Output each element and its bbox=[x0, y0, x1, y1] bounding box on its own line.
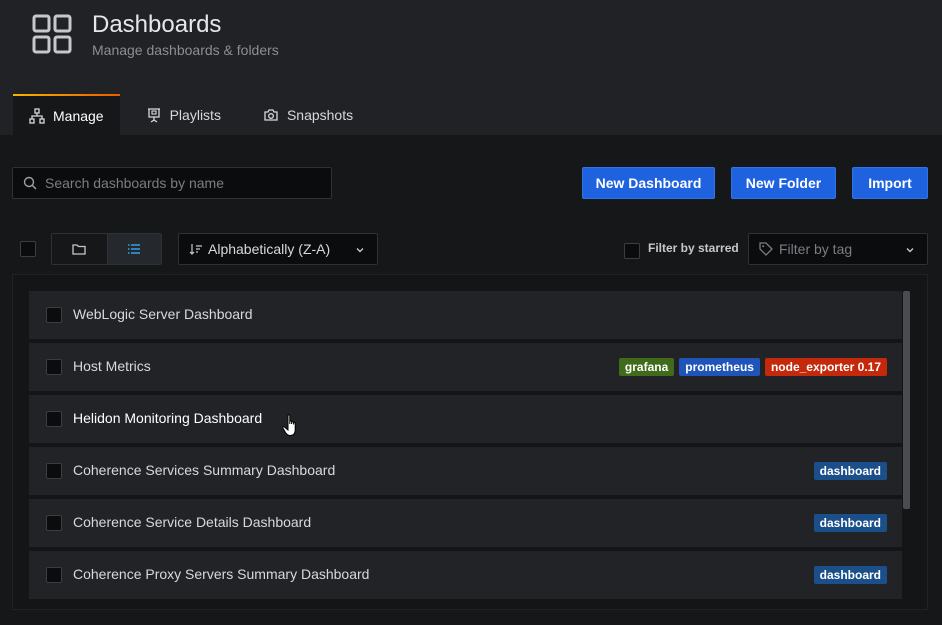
tag-badge[interactable]: dashboard bbox=[813, 514, 887, 532]
tag-badge[interactable]: grafana bbox=[618, 358, 675, 376]
dashboard-title[interactable]: Coherence Proxy Servers Summary Dashboar… bbox=[73, 566, 369, 582]
row-checkbox[interactable] bbox=[46, 411, 62, 427]
tab-playlists[interactable]: Playlists bbox=[130, 94, 237, 135]
filter-starred-checkbox[interactable] bbox=[624, 243, 640, 259]
row-checkbox[interactable] bbox=[46, 515, 62, 531]
dashboard-title[interactable]: Host Metrics bbox=[73, 358, 151, 374]
dashboard-title[interactable]: Coherence Services Summary Dashboard bbox=[73, 462, 335, 478]
sort-select[interactable]: Alphabetically (Z-A) bbox=[178, 233, 378, 265]
filter-starred-label: Filter by starred bbox=[648, 241, 739, 255]
tag-badge[interactable]: dashboard bbox=[813, 566, 887, 584]
dashboard-title[interactable]: Coherence Service Details Dashboard bbox=[73, 514, 311, 530]
tab-manage[interactable]: Manage bbox=[13, 94, 120, 135]
tag-list: dashboard bbox=[813, 462, 887, 480]
tag-badge[interactable]: prometheus bbox=[679, 358, 760, 376]
new-dashboard-button[interactable]: New Dashboard bbox=[582, 167, 715, 199]
hand-cursor-icon bbox=[282, 414, 296, 437]
dashboard-row[interactable]: Coherence Proxy Servers Summary Dashboar… bbox=[29, 551, 902, 599]
search-icon bbox=[23, 176, 37, 190]
camera-icon bbox=[264, 108, 278, 121]
tab-playlists-label: Playlists bbox=[169, 106, 221, 123]
dashboard-row[interactable]: Coherence Service Details Dashboard dash… bbox=[29, 499, 902, 547]
page-title: Dashboards bbox=[92, 11, 222, 38]
row-checkbox[interactable] bbox=[46, 307, 62, 323]
tab-bar: Manage Playlists Snapshots bbox=[13, 94, 379, 135]
tab-snapshots-label: Snapshots bbox=[286, 106, 354, 123]
dashboard-title[interactable]: Helidon Monitoring Dashboard bbox=[73, 410, 262, 426]
tag-filter-select[interactable]: Filter by tag bbox=[748, 233, 928, 265]
tag-badge[interactable]: dashboard bbox=[813, 462, 887, 480]
tab-manage-label: Manage bbox=[53, 107, 104, 124]
folder-icon bbox=[72, 244, 86, 255]
page-subtitle: Manage dashboards & folders bbox=[92, 42, 279, 58]
sort-icon bbox=[189, 244, 202, 255]
dashboard-row[interactable]: WebLogic Server Dashboard bbox=[29, 291, 902, 339]
tag-badge[interactable]: node_exporter 0.17 bbox=[764, 358, 887, 376]
view-toggle bbox=[51, 233, 162, 265]
row-checkbox[interactable] bbox=[46, 359, 62, 375]
dashboard-row[interactable]: Coherence Services Summary Dashboard das… bbox=[29, 447, 902, 495]
tag-filter-placeholder: Filter by tag bbox=[779, 241, 853, 257]
list-view-button[interactable] bbox=[106, 234, 161, 264]
list-icon bbox=[128, 244, 141, 254]
tab-snapshots[interactable]: Snapshots bbox=[247, 94, 369, 135]
import-button[interactable]: Import bbox=[852, 167, 928, 199]
row-checkbox[interactable] bbox=[46, 463, 62, 479]
row-checkbox[interactable] bbox=[46, 567, 62, 583]
dashboard-row[interactable]: Host Metrics grafana prometheus node_exp… bbox=[29, 343, 902, 391]
tag-icon bbox=[759, 242, 773, 256]
search-input[interactable] bbox=[45, 175, 325, 191]
sitemap-icon bbox=[29, 107, 45, 124]
chevron-down-icon bbox=[906, 248, 914, 253]
dashboard-title[interactable]: WebLogic Server Dashboard bbox=[73, 306, 253, 322]
list-scrollbar[interactable] bbox=[903, 291, 910, 509]
new-folder-button[interactable]: New Folder bbox=[731, 167, 836, 199]
search-box[interactable] bbox=[12, 167, 332, 199]
presentation-icon bbox=[147, 107, 160, 123]
sort-select-value: Alphabetically (Z-A) bbox=[208, 241, 331, 257]
chevron-down-icon bbox=[356, 248, 364, 253]
dashboards-grid-icon bbox=[32, 14, 72, 54]
tag-list: dashboard bbox=[813, 514, 887, 532]
tag-list: grafana prometheus node_exporter 0.17 bbox=[618, 358, 887, 376]
dashboard-row[interactable]: Helidon Monitoring Dashboard bbox=[29, 395, 902, 443]
folder-view-button[interactable] bbox=[52, 234, 107, 264]
page-header: Dashboards Manage dashboards & folders M… bbox=[0, 0, 942, 135]
dashboard-list: WebLogic Server Dashboard Host Metrics g… bbox=[12, 274, 928, 610]
select-all-checkbox[interactable] bbox=[20, 241, 36, 257]
tag-list: dashboard bbox=[813, 566, 887, 584]
